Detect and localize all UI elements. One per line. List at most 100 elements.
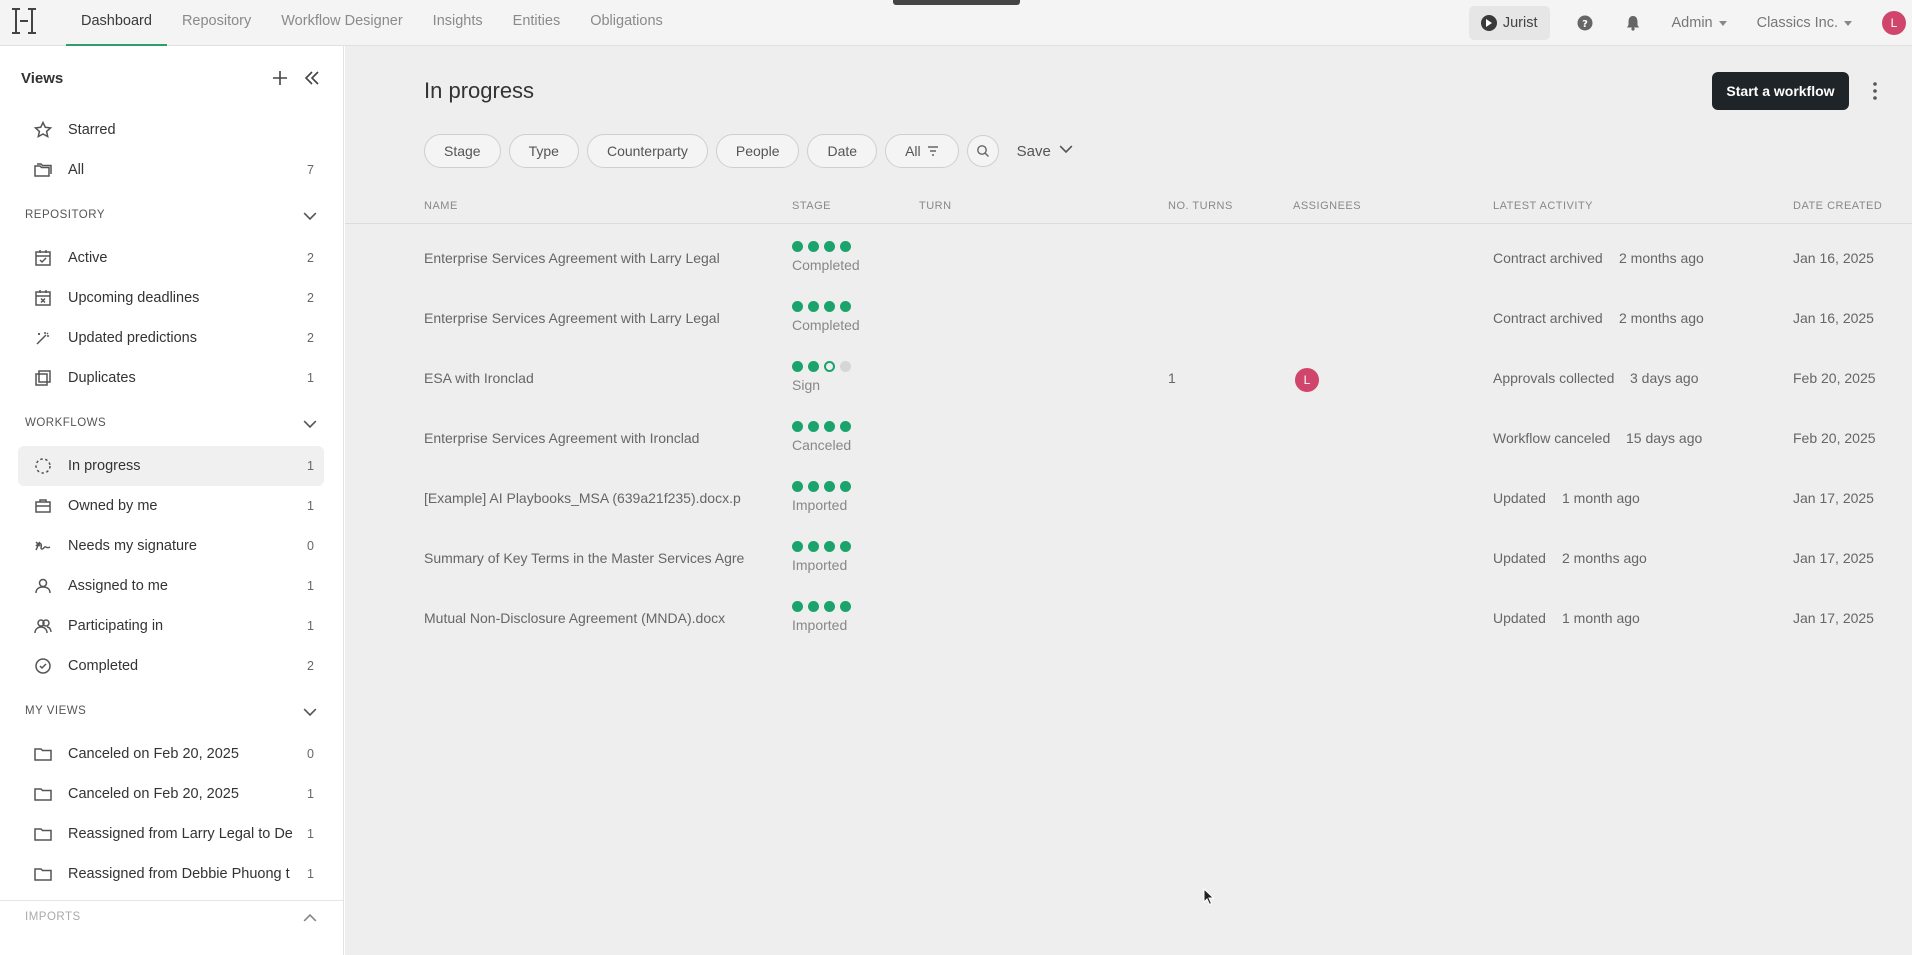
sidebar-item-needs-my-signature[interactable]: Needs my signature 0 bbox=[18, 526, 324, 566]
stage-progress bbox=[792, 541, 851, 552]
chevron-down-icon bbox=[303, 417, 317, 429]
sidebar-item-duplicates[interactable]: Duplicates 1 bbox=[18, 358, 324, 398]
sidebar-item-canceled-on-feb-20-2025[interactable]: Canceled on Feb 20, 2025 0 bbox=[18, 734, 324, 774]
sidebar-item-count: 0 bbox=[307, 539, 314, 553]
table-row[interactable]: Summary of Key Terms in the Master Servi… bbox=[345, 532, 1912, 592]
row-activity: Updated bbox=[1493, 550, 1546, 566]
workflows-section-header[interactable]: WORKFLOWS bbox=[25, 413, 317, 433]
nav-tab-repository[interactable]: Repository bbox=[167, 0, 266, 46]
table-row[interactable]: Enterprise Services Agreement with Larry… bbox=[345, 232, 1912, 292]
folder-icon bbox=[32, 743, 54, 765]
logo-icon[interactable] bbox=[10, 6, 38, 36]
jurist-button[interactable]: Jurist bbox=[1468, 6, 1550, 40]
row-date-created: Jan 17, 2025 bbox=[1793, 610, 1874, 626]
column-header-name[interactable]: NAME bbox=[424, 196, 458, 216]
nav-tab-dashboard[interactable]: Dashboard bbox=[66, 0, 167, 46]
chevron-up-icon bbox=[303, 911, 317, 923]
column-header-turn[interactable]: TURN bbox=[919, 196, 952, 216]
save-view-dropdown[interactable]: Save bbox=[1017, 142, 1073, 160]
sidebar-item-owned-by-me[interactable]: Owned by me 1 bbox=[18, 486, 324, 526]
sidebar-item-label: Owned by me bbox=[68, 498, 158, 514]
row-activity: Contract archived bbox=[1493, 310, 1603, 326]
table-row[interactable]: Mutual Non-Disclosure Agreement (MNDA).d… bbox=[345, 592, 1912, 652]
column-header-latest-activity[interactable]: LATEST ACTIVITY bbox=[1493, 196, 1593, 216]
sidebar-item-in-progress[interactable]: In progress 1 bbox=[18, 446, 324, 486]
table-row[interactable]: [Example] AI Playbooks_MSA (639a21f235).… bbox=[345, 472, 1912, 532]
sidebar-item-active[interactable]: Active 2 bbox=[18, 238, 324, 278]
add-view-icon[interactable] bbox=[270, 68, 290, 88]
folders-icon bbox=[32, 159, 54, 181]
row-name[interactable]: ESA with Ironclad bbox=[424, 370, 759, 386]
stage-step-dot bbox=[792, 361, 803, 372]
caret-down-icon bbox=[1844, 20, 1852, 26]
imports-section-header[interactable]: IMPORTS bbox=[25, 907, 317, 927]
collapse-sidebar-icon[interactable] bbox=[302, 68, 322, 88]
bell-icon[interactable] bbox=[1624, 14, 1642, 32]
table-row[interactable]: Enterprise Services Agreement with Ironc… bbox=[345, 412, 1912, 472]
table-row[interactable]: Enterprise Services Agreement with Larry… bbox=[345, 292, 1912, 352]
save-label: Save bbox=[1016, 142, 1051, 160]
user-avatar[interactable]: L bbox=[1882, 11, 1906, 35]
row-name[interactable]: Enterprise Services Agreement with Ironc… bbox=[424, 430, 759, 446]
start-workflow-button[interactable]: Start a workflow bbox=[1712, 72, 1849, 110]
column-header-date-created[interactable]: DATE CREATED bbox=[1793, 196, 1882, 216]
stage-step-dot bbox=[792, 301, 803, 312]
column-header-no-turns[interactable]: NO. TURNS bbox=[1168, 196, 1233, 216]
filter-stage[interactable]: Stage bbox=[424, 134, 501, 168]
table-header: NAME STAGE TURN NO. TURNS ASSIGNEES LATEST AC… bbox=[345, 196, 1912, 224]
filter-people[interactable]: People bbox=[715, 134, 800, 168]
nav-tab-insights[interactable]: Insights bbox=[418, 0, 498, 46]
column-header-assignees[interactable]: ASSIGNEES bbox=[1293, 196, 1361, 216]
table-row[interactable]: ESA with Ironclad Sign 1 L Approvals col… bbox=[345, 352, 1912, 412]
row-name[interactable]: Summary of Key Terms in the Master Servi… bbox=[424, 550, 759, 566]
filter-type[interactable]: Type bbox=[508, 134, 579, 168]
my-views-section-header[interactable]: MY VIEWS bbox=[25, 701, 317, 721]
stage-step-dot bbox=[824, 241, 835, 252]
row-name[interactable]: Enterprise Services Agreement with Larry… bbox=[424, 250, 759, 266]
row-date-created: Jan 17, 2025 bbox=[1793, 490, 1874, 506]
filter-all[interactable]: All bbox=[885, 134, 959, 168]
sidebar-item-label: Duplicates bbox=[68, 370, 136, 386]
row-name[interactable]: [Example] AI Playbooks_MSA (639a21f235).… bbox=[424, 490, 759, 506]
sidebar-item-label: Upcoming deadlines bbox=[68, 290, 200, 306]
filter-icon bbox=[927, 146, 938, 156]
sidebar-item-participating-in[interactable]: Participating in 1 bbox=[18, 606, 324, 646]
sidebar-item-starred[interactable]: Starred bbox=[18, 110, 324, 150]
nav-tab-entities[interactable]: Entities bbox=[498, 0, 576, 46]
sidebar-item-completed[interactable]: Completed 2 bbox=[18, 646, 324, 686]
filter-date[interactable]: Date bbox=[807, 134, 878, 168]
row-stage: Imported bbox=[792, 617, 848, 633]
chevron-down-icon bbox=[303, 705, 317, 717]
row-name[interactable]: Enterprise Services Agreement with Larry… bbox=[424, 310, 759, 326]
row-stage: Completed bbox=[792, 317, 860, 333]
stage-step-dot bbox=[808, 241, 819, 252]
row-activity-time: 3 days ago bbox=[1630, 370, 1699, 386]
column-header-stage[interactable]: STAGE bbox=[792, 196, 831, 216]
admin-dropdown[interactable]: Admin bbox=[1672, 15, 1727, 31]
sidebar-item-assigned-to-me[interactable]: Assigned to me 1 bbox=[18, 566, 324, 606]
sidebar-item-reassigned-from-larry-legal-to-de[interactable]: Reassigned from Larry Legal to De 1 bbox=[18, 814, 324, 854]
sidebar-item-upcoming-deadlines[interactable]: Upcoming deadlines 2 bbox=[18, 278, 324, 318]
org-dropdown[interactable]: Classics Inc. bbox=[1757, 15, 1852, 31]
nav-tab-workflow-designer[interactable]: Workflow Designer bbox=[266, 0, 417, 46]
repository-section-header[interactable]: REPOSITORY bbox=[25, 205, 317, 225]
user-icon bbox=[32, 575, 54, 597]
filter-counterparty[interactable]: Counterparty bbox=[586, 134, 708, 168]
help-icon[interactable]: ? bbox=[1576, 14, 1594, 32]
row-activity: Approvals collected bbox=[1493, 370, 1615, 386]
row-stage: Imported bbox=[792, 557, 848, 573]
search-button[interactable] bbox=[966, 135, 999, 167]
sidebar-item-label: Completed bbox=[68, 658, 139, 674]
sidebar-item-canceled-on-feb-20-2025[interactable]: Canceled on Feb 20, 2025 1 bbox=[18, 774, 324, 814]
sidebar-item-all[interactable]: All 7 bbox=[18, 150, 324, 190]
assignee-avatar[interactable]: L bbox=[1295, 368, 1319, 392]
sidebar-item-reassigned-from-debbie-phuong-t[interactable]: Reassigned from Debbie Phuong t 1 bbox=[18, 854, 324, 894]
briefcase-icon bbox=[32, 495, 54, 517]
sidebar-item-updated-predictions[interactable]: Updated predictions 2 bbox=[18, 318, 324, 358]
sidebar-item-label: In progress bbox=[68, 458, 141, 474]
search-icon bbox=[976, 145, 989, 157]
row-stage: Canceled bbox=[792, 437, 852, 453]
nav-tab-obligations[interactable]: Obligations bbox=[575, 0, 678, 46]
row-name[interactable]: Mutual Non-Disclosure Agreement (MNDA).d… bbox=[424, 610, 759, 626]
more-options-icon[interactable] bbox=[1870, 80, 1880, 102]
